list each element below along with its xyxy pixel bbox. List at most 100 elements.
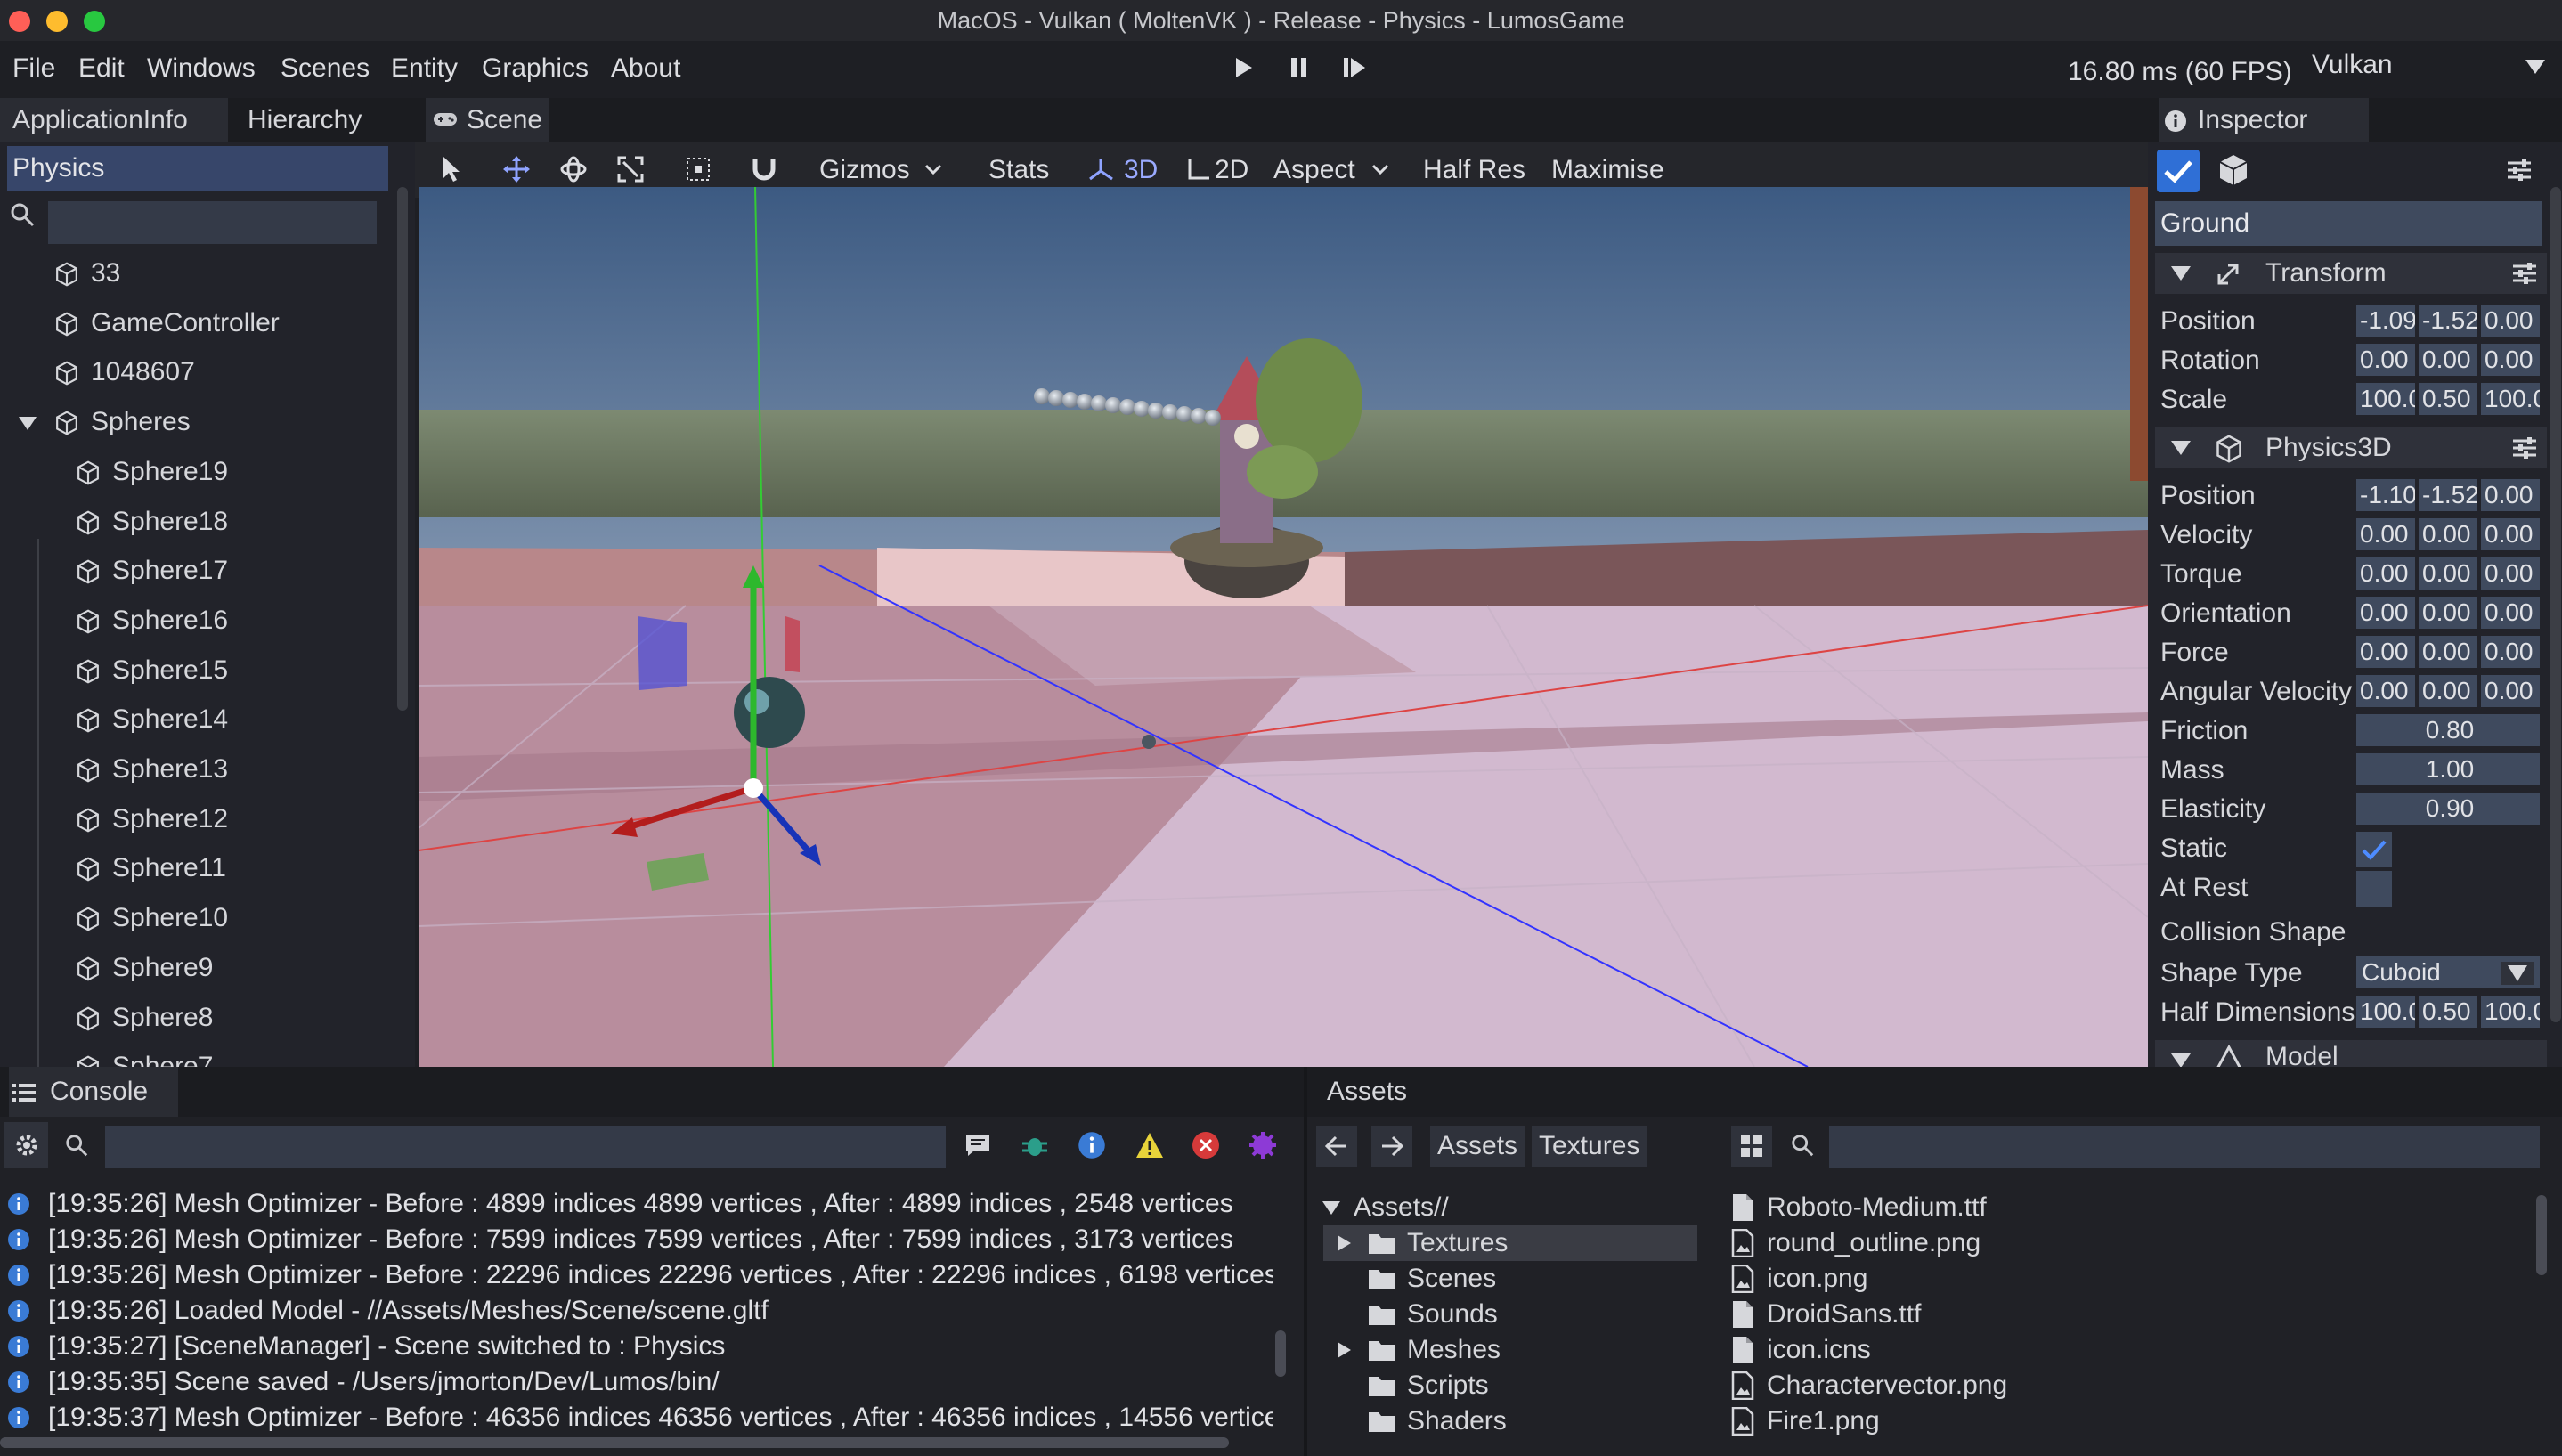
assets-search-input[interactable] xyxy=(1829,1126,2540,1168)
half-dimensions-y-field[interactable]: 0.50 xyxy=(2419,996,2477,1028)
chevron-down-icon[interactable] xyxy=(2524,57,2547,77)
expand-arrow-icon[interactable] xyxy=(1336,1234,1352,1252)
shape-type-select[interactable]: Cuboid xyxy=(2356,956,2540,988)
physics-angular-velocity-z-field[interactable]: 0.00 xyxy=(2481,675,2540,707)
at-rest-checkbox[interactable] xyxy=(2356,871,2392,907)
physics-torque-x-field[interactable]: 0.00 xyxy=(2356,557,2415,590)
console-settings-button[interactable] xyxy=(4,1122,48,1168)
tab-scene[interactable]: Scene xyxy=(426,98,549,142)
gizmo-plane-yz[interactable] xyxy=(785,616,800,672)
console-line[interactable]: [19:35:35] Scene saved - /Users/jmorton/… xyxy=(0,1364,1273,1400)
physics-force-x-field[interactable]: 0.00 xyxy=(2356,636,2415,668)
hierarchy-scrollbar[interactable] xyxy=(397,187,408,711)
rotate-icon[interactable] xyxy=(559,155,588,183)
physics-velocity-z-field[interactable]: 0.00 xyxy=(2481,518,2540,550)
gizmos-dropdown[interactable]: Gizmos xyxy=(819,155,910,185)
menu-file[interactable]: File xyxy=(12,53,55,84)
forward-button[interactable] xyxy=(1371,1126,1412,1167)
maximise-button[interactable]: Maximise xyxy=(1551,155,1664,185)
sliders-icon[interactable] xyxy=(2511,260,2538,287)
error-icon[interactable] xyxy=(1192,1131,1220,1159)
mode-3d-button[interactable]: 3D xyxy=(1124,155,1158,185)
hierarchy-search-input[interactable] xyxy=(48,201,377,244)
folder-item[interactable]: Textures xyxy=(1323,1225,1697,1261)
pause-icon[interactable] xyxy=(1288,55,1311,80)
transform-scale-z-field[interactable]: 100.0 xyxy=(2481,383,2540,415)
chevron-down-icon[interactable] xyxy=(1371,164,1389,176)
aspect-dropdown[interactable]: Aspect xyxy=(1273,155,1355,185)
grid-select-icon[interactable] xyxy=(684,155,712,183)
tab-applicationinfo[interactable]: ApplicationInfo xyxy=(0,98,228,142)
breadcrumb-textures[interactable]: Textures xyxy=(1532,1126,1647,1167)
step-icon[interactable] xyxy=(1341,55,1368,80)
console-vscrollbar[interactable] xyxy=(1275,1330,1286,1377)
warning-icon[interactable] xyxy=(1135,1131,1165,1159)
transform-rotation-x-field[interactable]: 0.00 xyxy=(2356,344,2415,376)
friction-field[interactable]: 0.80 xyxy=(2356,714,2540,746)
entity-name-field[interactable]: Ground xyxy=(2155,201,2542,246)
scene-name-header[interactable]: Physics xyxy=(7,146,388,191)
sliders-icon[interactable] xyxy=(2506,157,2533,183)
static-checkbox[interactable] xyxy=(2356,832,2392,867)
transform-position-x-field[interactable]: -1.09 xyxy=(2356,305,2415,337)
info-filter-icon[interactable] xyxy=(1078,1131,1106,1159)
folder-item[interactable]: Scenes xyxy=(1323,1261,1697,1297)
tab-hierarchy[interactable]: Hierarchy xyxy=(235,98,395,142)
transform-scale-y-field[interactable]: 0.50 xyxy=(2419,383,2477,415)
mass-field[interactable]: 1.00 xyxy=(2356,753,2540,785)
select-cursor-icon[interactable] xyxy=(438,155,463,183)
move-icon[interactable] xyxy=(502,155,531,183)
breadcrumb-assets[interactable]: Assets xyxy=(1430,1126,1525,1167)
physics-orientation-z-field[interactable]: 0.00 xyxy=(2481,597,2540,629)
critical-icon[interactable] xyxy=(1248,1131,1277,1159)
console-search-input[interactable] xyxy=(105,1126,946,1168)
menu-edit[interactable]: Edit xyxy=(78,53,125,84)
chevron-down-icon[interactable] xyxy=(2501,962,2534,985)
physics-velocity-x-field[interactable]: 0.00 xyxy=(2356,518,2415,550)
expand-arrow-icon[interactable] xyxy=(18,414,37,432)
physics-velocity-y-field[interactable]: 0.00 xyxy=(2419,518,2477,550)
folder-item[interactable]: Scripts xyxy=(1323,1368,1697,1403)
transform-section-header[interactable]: Transform xyxy=(2155,253,2547,294)
transform-position-z-field[interactable]: 0.00 xyxy=(2481,305,2540,337)
menu-about[interactable]: About xyxy=(611,53,680,84)
selected-object[interactable] xyxy=(734,677,805,748)
menu-entity[interactable]: Entity xyxy=(391,53,458,84)
console-hscrollbar[interactable] xyxy=(0,1437,1229,1448)
play-icon[interactable] xyxy=(1232,55,1256,80)
folder-item[interactable]: Shaders xyxy=(1323,1403,1697,1439)
console-line[interactable]: [19:35:27] [SceneManager] - Scene switch… xyxy=(0,1329,1273,1364)
scene-viewport[interactable] xyxy=(419,187,2148,1067)
folder-item[interactable]: Sounds xyxy=(1323,1297,1697,1332)
scale-icon[interactable] xyxy=(616,155,645,183)
half-dimensions-z-field[interactable]: 100.0 xyxy=(2481,996,2540,1028)
physics-angular-velocity-y-field[interactable]: 0.00 xyxy=(2419,675,2477,707)
physics-position-z-field[interactable]: 0.00 xyxy=(2481,479,2540,511)
tab-console[interactable]: Console xyxy=(9,1067,178,1117)
tab-assets[interactable]: Assets xyxy=(1314,1067,1421,1117)
menu-graphics[interactable]: Graphics xyxy=(482,53,589,84)
physics-orientation-y-field[interactable]: 0.00 xyxy=(2419,597,2477,629)
console-line[interactable]: [19:35:26] Mesh Optimizer - Before : 489… xyxy=(0,1186,1273,1222)
chevron-down-icon[interactable] xyxy=(924,164,942,176)
physics-torque-y-field[interactable]: 0.00 xyxy=(2419,557,2477,590)
half-dimensions-x-field[interactable]: 100.0 xyxy=(2356,996,2415,1028)
message-icon[interactable] xyxy=(964,1131,992,1159)
physics-position-y-field[interactable]: -1.52 xyxy=(2419,479,2477,511)
graphics-api-select[interactable]: Vulkan xyxy=(2312,50,2393,80)
elasticity-field[interactable]: 0.90 xyxy=(2356,793,2540,825)
console-line[interactable]: [19:35:26] Mesh Optimizer - Before : 759… xyxy=(0,1222,1273,1257)
assets-scrollbar[interactable] xyxy=(2536,1195,2547,1275)
console-line[interactable]: [19:35:26] Mesh Optimizer - Before : 222… xyxy=(0,1257,1273,1293)
folder-item[interactable]: Meshes xyxy=(1323,1332,1697,1368)
gizmo-plane-xy[interactable] xyxy=(638,616,687,690)
expand-arrow-icon[interactable] xyxy=(1336,1341,1352,1359)
physics3d-section-header[interactable]: Physics3D xyxy=(2155,427,2547,468)
model-section-header[interactable]: Model xyxy=(2155,1040,2547,1067)
menu-windows[interactable]: Windows xyxy=(147,53,256,84)
mode-2d-button[interactable]: 2D xyxy=(1215,155,1248,185)
transform-scale-x-field[interactable]: 100.0 xyxy=(2356,383,2415,415)
physics-torque-z-field[interactable]: 0.00 xyxy=(2481,557,2540,590)
physics-orientation-x-field[interactable]: 0.00 xyxy=(2356,597,2415,629)
console-line[interactable]: [19:35:37] Mesh Optimizer - Before : 463… xyxy=(0,1400,1273,1436)
